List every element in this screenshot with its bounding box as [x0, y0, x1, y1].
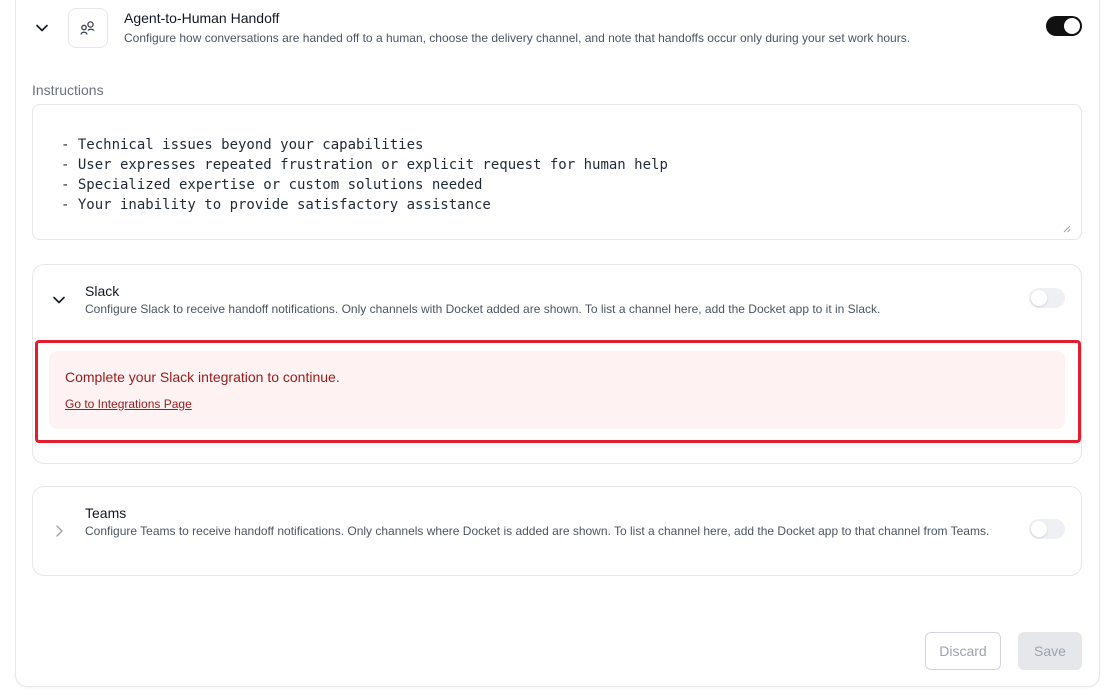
toggle-knob	[1064, 18, 1080, 34]
instruction-line: - Specialized expertise or custom soluti…	[61, 177, 483, 193]
instruction-line: - User expresses repeated frustration or…	[61, 157, 668, 173]
teams-title: Teams	[85, 505, 127, 521]
teams-toggle[interactable]	[1029, 519, 1065, 539]
collapse-chevron-icon[interactable]	[34, 20, 50, 36]
slack-description: Configure Slack to receive handoff notif…	[85, 302, 881, 316]
instructions-label: Instructions	[32, 82, 104, 98]
alert-highlight-outline	[35, 340, 1081, 443]
slack-title: Slack	[85, 283, 120, 299]
handoff-users-icon	[68, 8, 108, 48]
handoff-enabled-toggle[interactable]	[1046, 16, 1082, 36]
save-button[interactable]: Save	[1018, 632, 1082, 670]
page-title: Agent-to-Human Handoff	[124, 10, 280, 26]
resize-handle-icon[interactable]	[1061, 221, 1071, 233]
instruction-line: - Technical issues beyond your capabilit…	[61, 137, 424, 153]
slack-collapse-chevron-icon[interactable]	[51, 292, 67, 308]
discard-button[interactable]: Discard	[925, 632, 1001, 670]
instructions-textarea[interactable]: - Technical issues beyond your capabilit…	[32, 104, 1082, 240]
page-description: Configure how conversations are handed o…	[124, 31, 911, 45]
toggle-knob	[1031, 290, 1047, 306]
toggle-knob	[1031, 521, 1047, 537]
instruction-line: - Your inability to provide satisfactory…	[61, 197, 491, 213]
slack-toggle[interactable]	[1029, 288, 1065, 308]
teams-description: Configure Teams to receive handoff notif…	[85, 524, 990, 538]
teams-expand-chevron-icon[interactable]	[51, 523, 67, 539]
